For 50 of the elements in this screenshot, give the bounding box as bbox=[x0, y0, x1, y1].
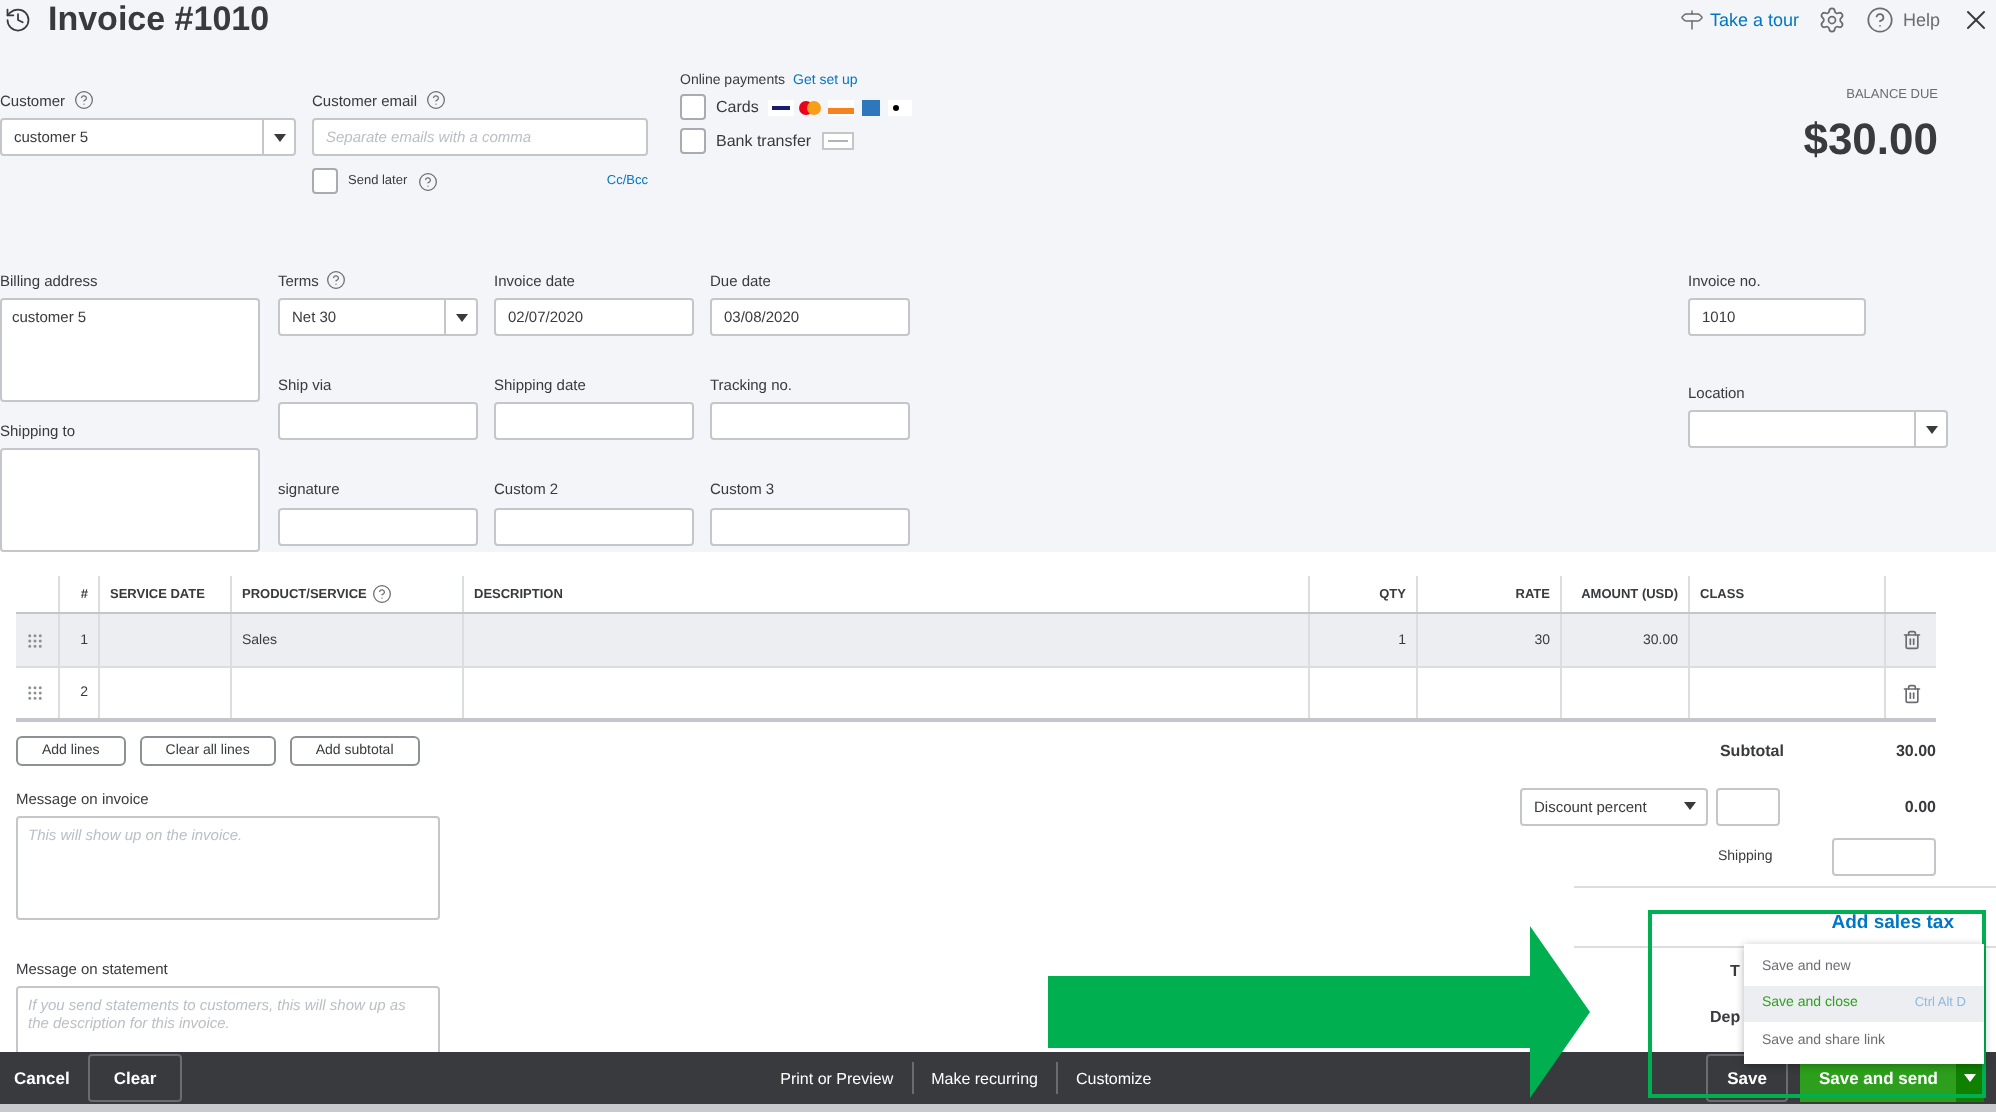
card-logos-icon bbox=[768, 99, 913, 115]
help-icon[interactable] bbox=[425, 90, 446, 110]
shipping-field[interactable] bbox=[1832, 838, 1936, 876]
input-field[interactable] bbox=[710, 507, 910, 546]
subtotal-label: Subtotal bbox=[1719, 742, 1784, 760]
input-field[interactable] bbox=[278, 402, 478, 441]
checkbox-label: Bank transfer bbox=[716, 132, 812, 150]
settings-icon[interactable] bbox=[1818, 6, 1847, 34]
help-icon[interactable] bbox=[73, 90, 94, 110]
history-icon[interactable] bbox=[4, 6, 32, 34]
help-icon[interactable] bbox=[1866, 6, 1895, 34]
input-field[interactable] bbox=[278, 507, 478, 546]
payment-checkbox[interactable] bbox=[680, 128, 706, 154]
total-label: Dep bbox=[1710, 1007, 1741, 1025]
caret-icon bbox=[1925, 425, 1937, 433]
help-icon[interactable] bbox=[417, 171, 438, 191]
input-field[interactable] bbox=[710, 402, 910, 441]
help-icon[interactable] bbox=[326, 270, 347, 290]
help-icon[interactable] bbox=[372, 584, 393, 604]
window-title: Invoice #1010 bbox=[48, 0, 270, 40]
caret-icon bbox=[1684, 802, 1696, 810]
balance-amount: $30.00 bbox=[1803, 114, 1938, 166]
drag-handle-icon[interactable] bbox=[26, 684, 44, 702]
checkbox-label: Cards bbox=[716, 98, 759, 116]
add-sales-tax-link[interactable]: Add sales tax bbox=[1831, 912, 1954, 934]
help-link[interactable]: Help bbox=[1902, 10, 1940, 30]
input-field[interactable] bbox=[494, 402, 694, 441]
input-field[interactable] bbox=[494, 507, 694, 546]
drag-handle-icon[interactable] bbox=[26, 631, 44, 649]
discount-field[interactable] bbox=[1716, 787, 1780, 825]
trash-icon[interactable] bbox=[1901, 683, 1921, 703]
discount-value: 0.00 bbox=[1904, 797, 1936, 815]
caret-icon bbox=[1964, 1074, 1976, 1082]
location-select[interactable] bbox=[1688, 410, 1948, 448]
signpost-icon[interactable] bbox=[1679, 8, 1704, 32]
total-label: T bbox=[1730, 961, 1740, 979]
footer-button[interactable]: Clear bbox=[87, 1054, 183, 1102]
bank-icon bbox=[821, 132, 854, 150]
footer-button[interactable]: Cancel bbox=[0, 1054, 84, 1102]
caret-icon bbox=[455, 313, 467, 321]
shipping-address-field[interactable] bbox=[0, 448, 260, 552]
footer-link[interactable]: Make recurring bbox=[913, 1062, 1056, 1094]
caret-icon bbox=[273, 133, 285, 141]
trash-icon[interactable] bbox=[1901, 630, 1921, 650]
subtotal-value: 30.00 bbox=[1895, 742, 1936, 760]
footer-link[interactable]: Print or Preview bbox=[762, 1062, 912, 1094]
take-a-tour-link[interactable]: Take a tour bbox=[1709, 10, 1799, 30]
send-later-checkbox[interactable] bbox=[312, 168, 338, 194]
payment-checkbox[interactable] bbox=[680, 94, 706, 120]
footer-link[interactable]: Customize bbox=[1057, 1062, 1170, 1094]
